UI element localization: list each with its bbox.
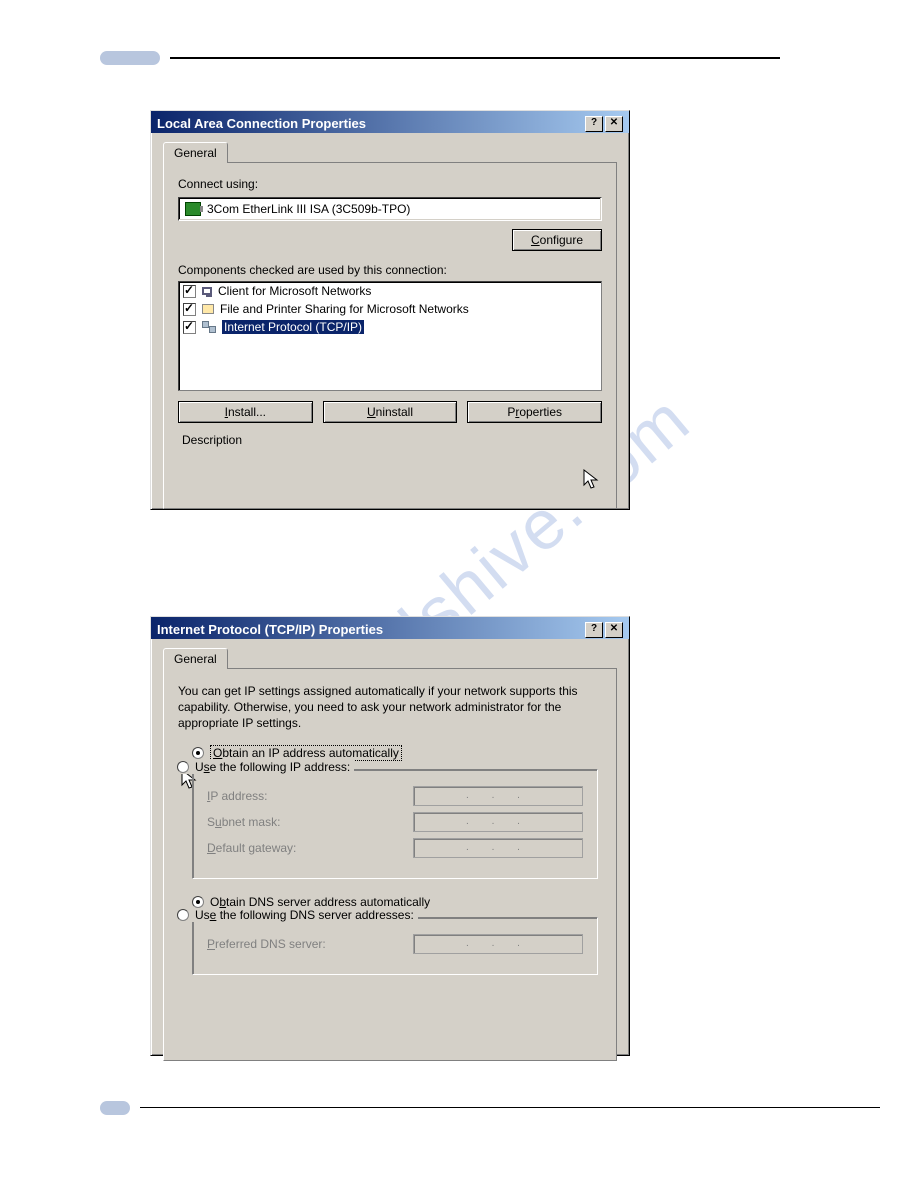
tcpip-icon bbox=[202, 321, 216, 333]
list-item[interactable]: Internet Protocol (TCP/IP) bbox=[179, 318, 601, 336]
lan-properties-dialog: Local Area Connection Properties ? ✕ Gen… bbox=[150, 110, 630, 510]
preferred-dns-label: Preferred DNS server: bbox=[207, 937, 326, 951]
components-label: Components checked are used by this conn… bbox=[178, 263, 602, 277]
preferred-dns-input: . . . bbox=[413, 934, 583, 954]
dialog-title: Internet Protocol (TCP/IP) Properties bbox=[157, 622, 383, 637]
gateway-label: Default gateway: bbox=[207, 841, 296, 855]
footer-rule bbox=[140, 1107, 880, 1108]
help-button[interactable]: ? bbox=[585, 116, 603, 132]
list-item[interactable]: Client for Microsoft Networks bbox=[179, 282, 601, 300]
uninstall-button[interactable]: Uninstall bbox=[323, 401, 458, 423]
close-button[interactable]: ✕ bbox=[605, 116, 623, 132]
titlebar: Local Area Connection Properties ? ✕ bbox=[151, 111, 629, 133]
properties-button[interactable]: Properties bbox=[467, 401, 602, 423]
components-list[interactable]: Client for Microsoft Networks File and P… bbox=[178, 281, 602, 391]
description-group: Description bbox=[178, 433, 602, 447]
page-footer bbox=[100, 1100, 768, 1108]
share-icon bbox=[202, 304, 214, 314]
ip-address-input: . . . bbox=[413, 786, 583, 806]
checkbox[interactable] bbox=[183, 321, 196, 334]
gateway-input: . . . bbox=[413, 838, 583, 858]
connect-using-label: Connect using: bbox=[178, 177, 602, 191]
use-dns-radio[interactable] bbox=[177, 909, 189, 921]
radio-icon[interactable] bbox=[192, 896, 204, 908]
footer-pill bbox=[100, 1101, 130, 1115]
use-ip-radio[interactable] bbox=[177, 761, 189, 773]
tab-general[interactable]: General bbox=[163, 142, 228, 163]
tcpip-properties-dialog: Internet Protocol (TCP/IP) Properties ? … bbox=[150, 616, 630, 1056]
subnet-label: Subnet mask: bbox=[207, 815, 280, 829]
adapter-name: 3Com EtherLink III ISA (3C509b-TPO) bbox=[207, 202, 410, 216]
help-button[interactable]: ? bbox=[585, 622, 603, 638]
checkbox[interactable] bbox=[183, 285, 196, 298]
list-item[interactable]: File and Printer Sharing for Microsoft N… bbox=[179, 300, 601, 318]
header-pill bbox=[100, 51, 160, 65]
nic-icon bbox=[185, 202, 201, 216]
tab-general[interactable]: General bbox=[163, 648, 228, 669]
item-label: File and Printer Sharing for Microsoft N… bbox=[220, 302, 469, 316]
titlebar: Internet Protocol (TCP/IP) Properties ? … bbox=[151, 617, 629, 639]
use-ip-label: Use the following IP address: bbox=[195, 760, 350, 774]
ip-fieldset: Use the following IP address: IP address… bbox=[192, 769, 598, 879]
adapter-field: 3Com EtherLink III ISA (3C509b-TPO) bbox=[178, 197, 602, 221]
item-label: Client for Microsoft Networks bbox=[218, 284, 371, 298]
install-button[interactable]: Install... bbox=[178, 401, 313, 423]
configure-button[interactable]: CConfigureonfigure bbox=[512, 229, 602, 251]
dns-fieldset: Use the following DNS server addresses: … bbox=[192, 917, 598, 975]
checkbox[interactable] bbox=[183, 303, 196, 316]
header-rule bbox=[170, 57, 780, 59]
close-button[interactable]: ✕ bbox=[605, 622, 623, 638]
item-label-selected: Internet Protocol (TCP/IP) bbox=[222, 320, 364, 334]
radio-icon[interactable] bbox=[192, 747, 204, 759]
subnet-input: . . . bbox=[413, 812, 583, 832]
help-text: You can get IP settings assigned automat… bbox=[178, 683, 602, 731]
page-header bbox=[100, 50, 768, 59]
use-dns-label: Use the following DNS server addresses: bbox=[195, 908, 414, 922]
dialog-title: Local Area Connection Properties bbox=[157, 116, 366, 131]
ip-address-label: IP address: bbox=[207, 789, 268, 803]
client-icon bbox=[202, 287, 212, 295]
